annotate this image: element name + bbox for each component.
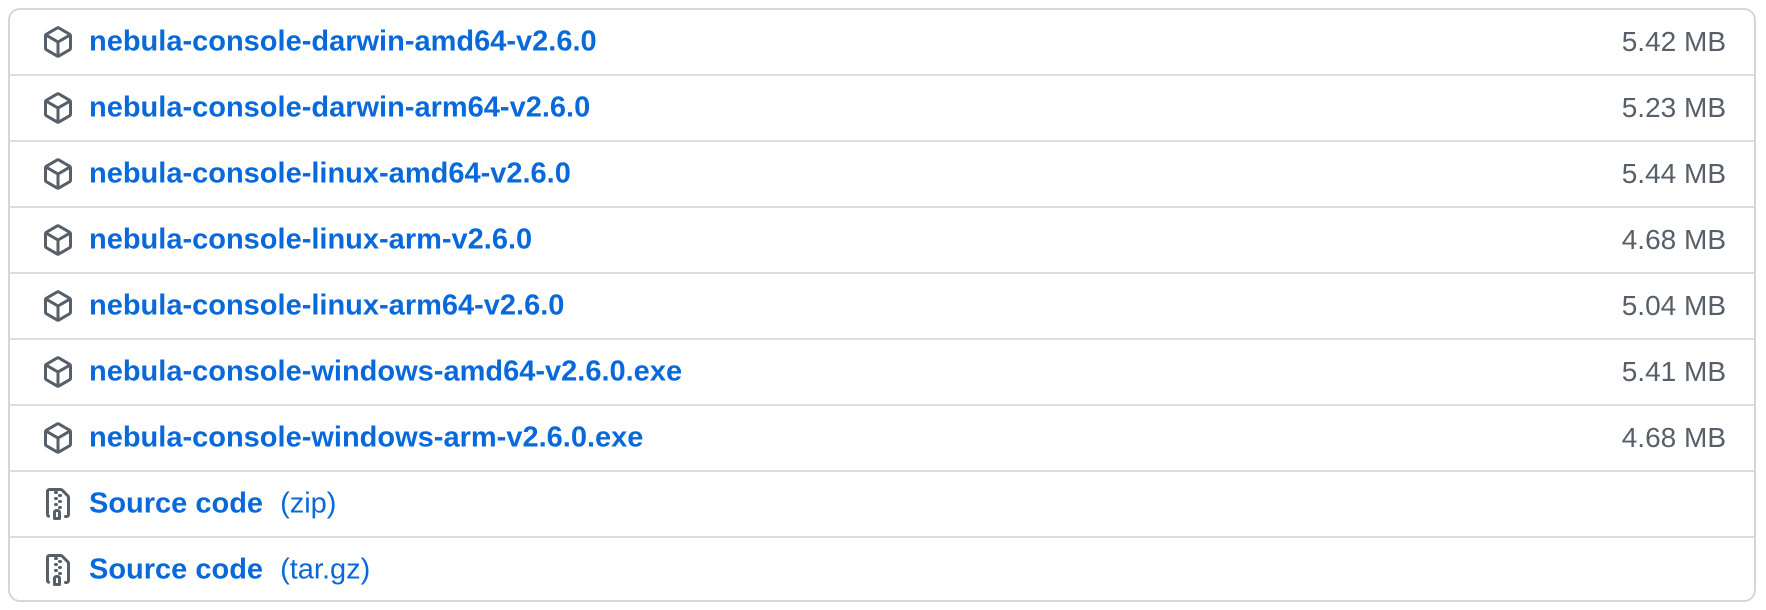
source-code-label: Source code — [89, 487, 264, 520]
asset-row: nebula-console-darwin-amd64-v2.6.0 5.42 … — [10, 10, 1754, 74]
package-icon — [42, 92, 74, 124]
asset-download-link[interactable]: nebula-console-linux-arm64-v2.6.0 — [89, 290, 564, 323]
asset-download-link[interactable]: nebula-console-linux-amd64-v2.6.0 — [89, 158, 571, 191]
file-zip-icon — [42, 554, 74, 586]
asset-download-link[interactable]: nebula-console-windows-arm-v2.6.0.exe — [89, 422, 643, 455]
asset-file-size: 5.41 MB — [1621, 356, 1726, 387]
asset-row: nebula-console-windows-arm-v2.6.0.exe 4.… — [10, 404, 1754, 470]
asset-download-link[interactable]: nebula-console-windows-amd64-v2.6.0.exe — [89, 356, 682, 389]
source-code-format: (tar.gz) — [280, 553, 371, 586]
file-zip-icon — [42, 488, 74, 520]
source-code-targz-link[interactable]: Source code (tar.gz) — [89, 554, 370, 587]
asset-row: nebula-console-darwin-arm64-v2.6.0 5.23 … — [10, 74, 1754, 140]
package-icon — [42, 356, 74, 388]
release-assets-list: nebula-console-darwin-amd64-v2.6.0 5.42 … — [8, 8, 1756, 602]
source-code-row: Source code (zip) — [10, 470, 1754, 536]
package-icon — [42, 158, 74, 190]
package-icon — [42, 422, 74, 454]
asset-file-size: 4.68 MB — [1621, 422, 1726, 453]
source-code-row: Source code (tar.gz) — [10, 536, 1754, 600]
asset-download-link[interactable]: nebula-console-darwin-amd64-v2.6.0 — [89, 26, 597, 59]
asset-file-size: 5.04 MB — [1621, 290, 1726, 321]
asset-file-size: 4.68 MB — [1621, 224, 1726, 255]
asset-row: nebula-console-windows-amd64-v2.6.0.exe … — [10, 338, 1754, 404]
package-icon — [42, 290, 74, 322]
asset-file-size: 5.44 MB — [1621, 158, 1726, 189]
source-code-zip-link[interactable]: Source code (zip) — [89, 488, 336, 521]
asset-file-size: 5.23 MB — [1621, 92, 1726, 123]
asset-row: nebula-console-linux-amd64-v2.6.0 5.44 M… — [10, 140, 1754, 206]
package-icon — [42, 26, 74, 58]
asset-row: nebula-console-linux-arm-v2.6.0 4.68 MB — [10, 206, 1754, 272]
source-code-label: Source code — [89, 553, 264, 586]
source-code-format: (zip) — [280, 487, 337, 520]
package-icon — [42, 224, 74, 256]
asset-download-link[interactable]: nebula-console-darwin-arm64-v2.6.0 — [89, 92, 590, 125]
asset-row: nebula-console-linux-arm64-v2.6.0 5.04 M… — [10, 272, 1754, 338]
asset-file-size: 5.42 MB — [1621, 26, 1726, 57]
asset-download-link[interactable]: nebula-console-linux-arm-v2.6.0 — [89, 224, 532, 257]
